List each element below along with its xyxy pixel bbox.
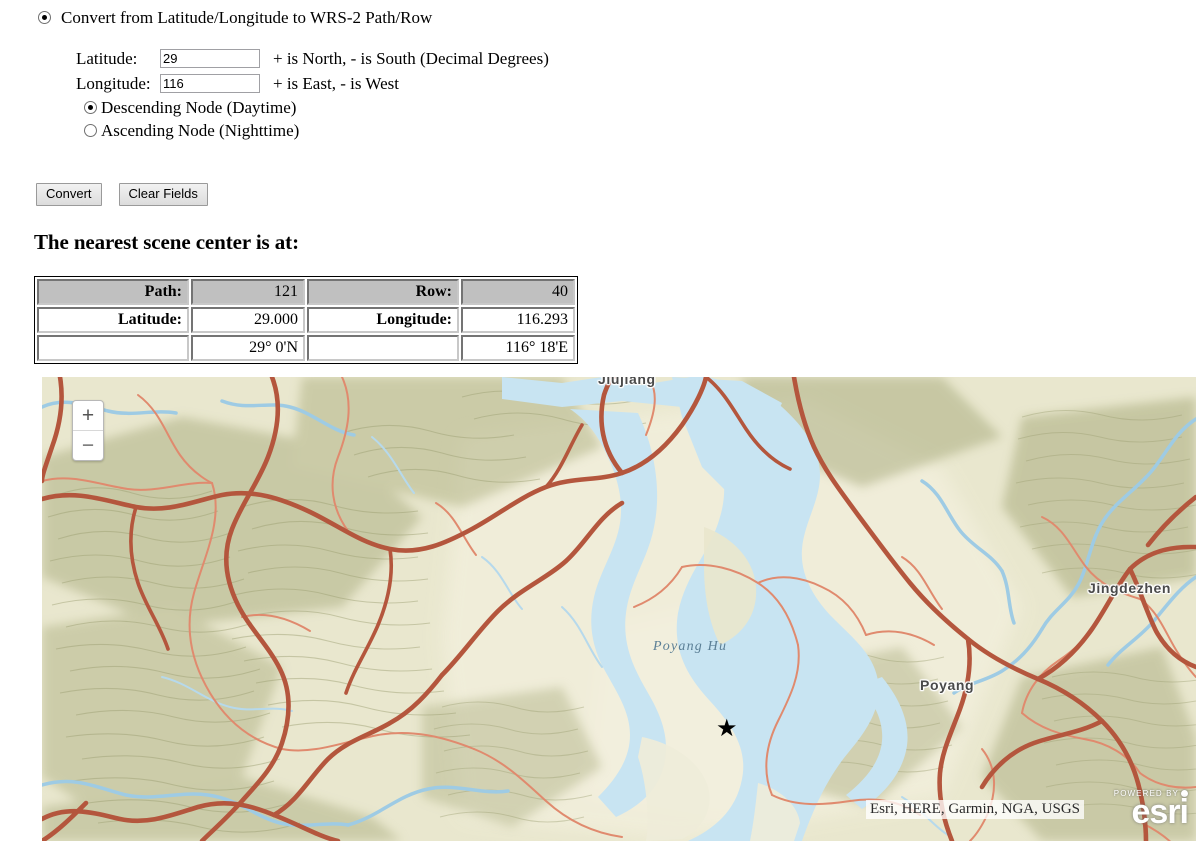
map-label-poyang-hu: Poyang Hu bbox=[653, 639, 728, 654]
latitude-row: Latitude: + is North, - is South (Decima… bbox=[76, 46, 1196, 71]
path-value: 121 bbox=[191, 279, 305, 306]
map-attribution: Esri, HERE, Garmin, NGA, USGS bbox=[866, 800, 1084, 819]
longitude-label: Longitude: bbox=[76, 73, 151, 93]
table-row: Latitude: 29.000 Longitude: 116.293 bbox=[37, 307, 575, 334]
ascending-node-row[interactable]: Ascending Node (Nighttime) bbox=[76, 119, 1196, 142]
ascending-node-label: Ascending Node (Nighttime) bbox=[101, 121, 300, 140]
longitude-hint: + is East, - is West bbox=[273, 73, 399, 93]
map-tiles bbox=[42, 377, 1196, 841]
descending-node-row[interactable]: Descending Node (Daytime) bbox=[76, 96, 1196, 119]
latitude-dms-value: 29° 0'N bbox=[191, 335, 305, 362]
map-label-jiujiang: Jiujiang bbox=[598, 377, 656, 387]
latitude-dms-label bbox=[37, 335, 189, 362]
scene-center-marker: ★ bbox=[716, 716, 738, 742]
descending-node-radio[interactable] bbox=[84, 101, 97, 114]
esri-logo[interactable]: POWERED BY esri bbox=[1114, 790, 1190, 831]
descending-node-label: Descending Node (Daytime) bbox=[101, 98, 297, 117]
latitude-hint: + is North, - is South (Decimal Degrees) bbox=[273, 48, 549, 68]
esri-wordmark: esri bbox=[1131, 793, 1190, 831]
table-row: Path: 121 Row: 40 bbox=[37, 279, 575, 306]
row-label: Row: bbox=[307, 279, 459, 306]
map-label-jingdezhen: Jingdezhen bbox=[1088, 580, 1172, 596]
path-label: Path: bbox=[37, 279, 189, 306]
latitude-result-label: Latitude: bbox=[37, 307, 189, 334]
clear-fields-button[interactable]: Clear Fields bbox=[118, 183, 208, 207]
conversion-mode-row[interactable]: Convert from Latitude/Longitude to WRS-2… bbox=[0, 0, 1196, 29]
longitude-result-value: 116.293 bbox=[461, 307, 575, 334]
map-label-poyang: Poyang bbox=[920, 677, 975, 693]
longitude-dms-value: 116° 18'E bbox=[461, 335, 575, 362]
longitude-dms-label bbox=[307, 335, 459, 362]
longitude-result-label: Longitude: bbox=[307, 307, 459, 334]
longitude-input[interactable] bbox=[160, 74, 260, 93]
zoom-in-button[interactable]: + bbox=[73, 401, 103, 431]
latitude-label: Latitude: bbox=[76, 48, 138, 68]
conversion-mode-radio[interactable] bbox=[38, 10, 51, 24]
zoom-out-button[interactable]: − bbox=[73, 431, 103, 460]
longitude-row: Longitude: + is East, - is West bbox=[76, 71, 1196, 96]
latitude-input[interactable] bbox=[160, 49, 260, 68]
row-value: 40 bbox=[461, 279, 575, 306]
conversion-mode-label: Convert from Latitude/Longitude to WRS-2… bbox=[61, 7, 433, 27]
results-heading: The nearest scene center is at: bbox=[34, 230, 299, 255]
latitude-result-value: 29.000 bbox=[191, 307, 305, 334]
map-canvas[interactable]: + − Jiujiang Jingdezhen Poyang Poyang Hu ★ … bbox=[42, 377, 1196, 841]
scene-center-table: Path: 121 Row: 40 Latitude: 29.000 Longi… bbox=[34, 276, 578, 365]
zoom-controls[interactable]: + − bbox=[72, 400, 104, 461]
convert-button[interactable]: Convert bbox=[36, 183, 102, 207]
table-row: 29° 0'N 116° 18'E bbox=[37, 335, 575, 362]
button-bar: Convert Clear Fields bbox=[0, 183, 1196, 207]
ascending-node-radio[interactable] bbox=[84, 124, 97, 137]
coordinate-form: Latitude: + is North, - is South (Decima… bbox=[0, 46, 1196, 142]
